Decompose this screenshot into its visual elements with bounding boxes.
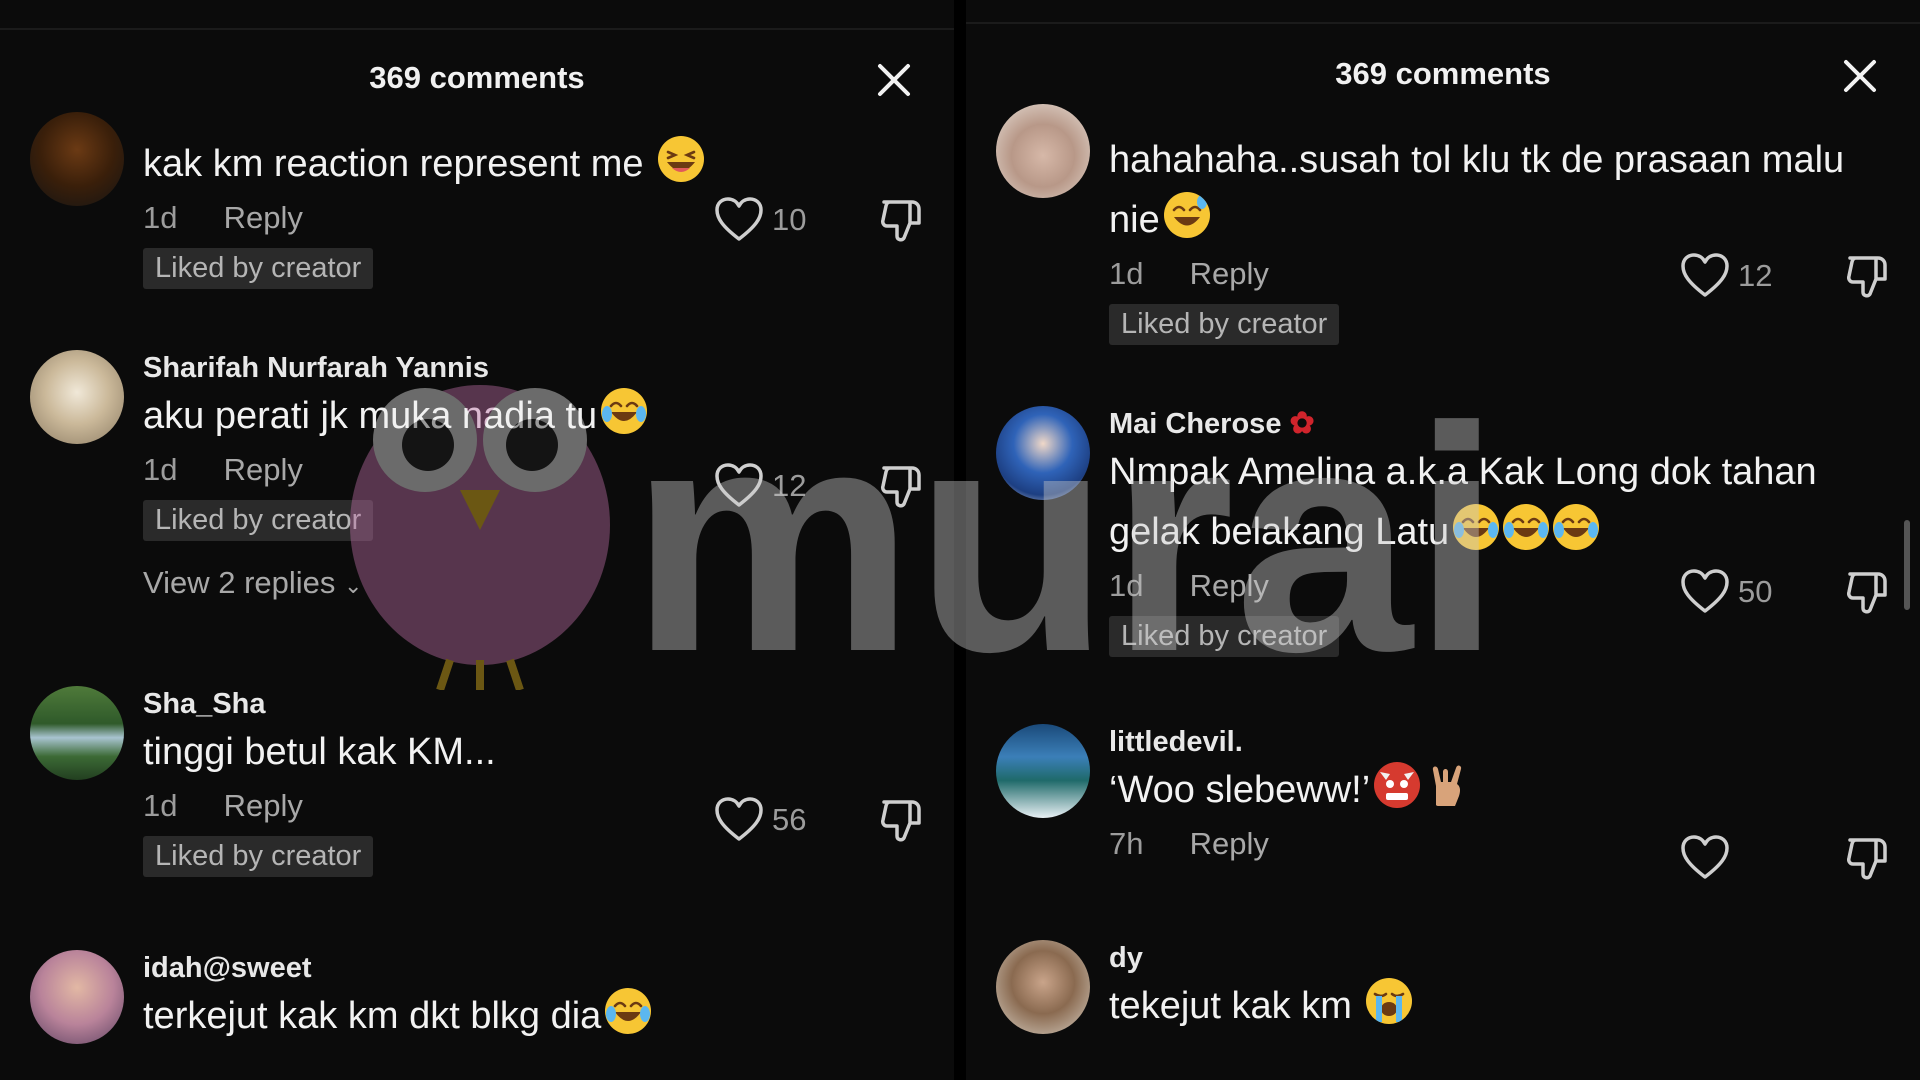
chevron-down-icon: ⌄ — [344, 573, 363, 598]
thumbs-down-icon[interactable] — [878, 196, 924, 244]
view-replies-label: View 2 replies — [143, 565, 336, 600]
liked-by-creator-badge: Liked by creator — [143, 500, 374, 541]
view-replies-button[interactable]: View 2 replies ⌄ — [143, 565, 924, 601]
comment-text: terkejut kak km dkt blkg dia — [143, 995, 602, 1037]
heart-icon[interactable] — [714, 796, 764, 844]
avatar[interactable] — [996, 724, 1090, 818]
comment-actions: 56 — [714, 796, 924, 844]
comment-text: kak km reaction represent me — [143, 143, 644, 185]
laughing-emoji-icon — [658, 136, 705, 182]
thumbs-down-icon[interactable] — [1844, 834, 1890, 882]
tears-of-joy-emoji-icon — [1503, 504, 1550, 550]
reply-button[interactable]: Reply — [1190, 568, 1269, 603]
like-count: 12 — [772, 468, 807, 503]
panel-divider — [966, 22, 1920, 24]
crying-emoji-icon — [1366, 978, 1413, 1024]
thumbs-down-icon[interactable] — [1844, 252, 1890, 300]
rose-icon: ✿ — [1289, 407, 1315, 440]
comment-username[interactable]: idah@sweet — [143, 950, 924, 986]
reply-button[interactable]: Reply — [224, 788, 303, 823]
sweat-smile-emoji-icon — [1163, 192, 1210, 238]
comments-panel-right: 369 comments hahahaha..susah tol klu tk … — [966, 0, 1920, 1080]
comment-text-row: Nmpak Amelina a.k.a Kak Long dok tahan g… — [1109, 442, 1890, 562]
tears-of-joy-emoji-icon — [1453, 504, 1500, 550]
comment-time: 1d — [1109, 568, 1144, 603]
comment-text: tinggi betul kak KM... — [143, 731, 496, 773]
avatar[interactable] — [996, 104, 1090, 198]
ogre-emoji-icon — [1374, 762, 1421, 808]
avatar[interactable] — [996, 940, 1090, 1034]
reply-button[interactable]: Reply — [224, 200, 303, 235]
close-icon[interactable] — [1842, 58, 1878, 94]
comment-time: 7h — [1109, 826, 1144, 861]
tears-of-joy-emoji-icon — [601, 388, 648, 434]
heart-icon[interactable] — [1680, 568, 1730, 616]
comment-actions: 50 — [1680, 568, 1890, 616]
comment-actions: 12 — [1680, 252, 1890, 300]
like-count: 50 — [1738, 574, 1773, 609]
comment-time: 1d — [143, 452, 178, 487]
thumbs-down-icon[interactable] — [1844, 568, 1890, 616]
comment-text: tekejut kak km — [1109, 985, 1352, 1027]
reply-button[interactable]: Reply — [1190, 826, 1269, 861]
tears-of-joy-emoji-icon — [605, 988, 652, 1034]
reply-button[interactable]: Reply — [1190, 256, 1269, 291]
comments-title: 369 comments — [1335, 56, 1551, 91]
liked-by-creator-badge: Liked by creator — [143, 836, 374, 877]
comment-actions — [1680, 834, 1890, 882]
comment-username[interactable]: littledevil. — [1109, 724, 1890, 760]
comment-username[interactable]: Sharifah Nurfarah Yannis — [143, 350, 924, 386]
comment-username-row: Mai Cherose ✿ — [1109, 406, 1890, 442]
comment-text: ‘Woo slebeww!’ — [1109, 769, 1371, 811]
reply-button[interactable]: Reply — [224, 452, 303, 487]
comment-text-row: tekejut kak km — [1109, 976, 1890, 1036]
heart-icon[interactable] — [1680, 252, 1730, 300]
like-count: 12 — [1738, 258, 1773, 293]
comment-username[interactable]: Sha_Sha — [143, 686, 924, 722]
avatar[interactable] — [30, 112, 124, 206]
comment-username[interactable]: dy — [1109, 940, 1890, 976]
comment-time: 1d — [143, 788, 178, 823]
comment-text-row: terkejut kak km dkt blkg dia — [143, 986, 924, 1046]
comment-username[interactable]: Mai Cherose — [1109, 408, 1281, 440]
liked-by-creator-badge: Liked by creator — [143, 248, 374, 289]
comment-actions: 12 — [714, 462, 924, 510]
heart-icon[interactable] — [714, 196, 764, 244]
comment-actions: 10 — [714, 196, 924, 244]
thumbs-down-icon[interactable] — [878, 462, 924, 510]
comment-time: 1d — [143, 200, 178, 235]
avatar[interactable] — [996, 406, 1090, 500]
avatar[interactable] — [30, 350, 124, 444]
thumbs-down-icon[interactable] — [878, 796, 924, 844]
avatar[interactable] — [30, 686, 124, 780]
comment-text-row: hahahaha..susah tol klu tk de prasaan ma… — [1109, 130, 1890, 250]
horns-hand-emoji-icon — [1424, 762, 1470, 808]
heart-icon[interactable] — [1680, 834, 1730, 882]
comment-text: aku perati jk muka nadia tu — [143, 395, 598, 437]
comment-time: 1d — [1109, 256, 1144, 291]
comment-text-row: ‘Woo slebeww!’ — [1109, 760, 1890, 820]
avatar[interactable] — [30, 950, 124, 1044]
liked-by-creator-badge: Liked by creator — [1109, 304, 1340, 345]
tears-of-joy-emoji-icon — [1553, 504, 1600, 550]
liked-by-creator-badge: Liked by creator — [1109, 616, 1340, 657]
heart-icon[interactable] — [714, 462, 764, 510]
comment-text-row: kak km reaction represent me — [143, 134, 924, 194]
like-count: 56 — [772, 802, 807, 837]
panel-divider — [0, 28, 954, 30]
close-icon[interactable] — [876, 62, 912, 98]
comments-title: 369 comments — [369, 60, 585, 95]
scrollbar[interactable] — [1904, 520, 1910, 610]
comment-text-row: aku perati jk muka nadia tu — [143, 386, 924, 446]
comment-text: hahahaha..susah tol klu tk de prasaan ma… — [1109, 139, 1845, 241]
comments-panel-left: 369 comments kak km reaction represent m… — [0, 0, 954, 1080]
like-count: 10 — [772, 202, 807, 237]
